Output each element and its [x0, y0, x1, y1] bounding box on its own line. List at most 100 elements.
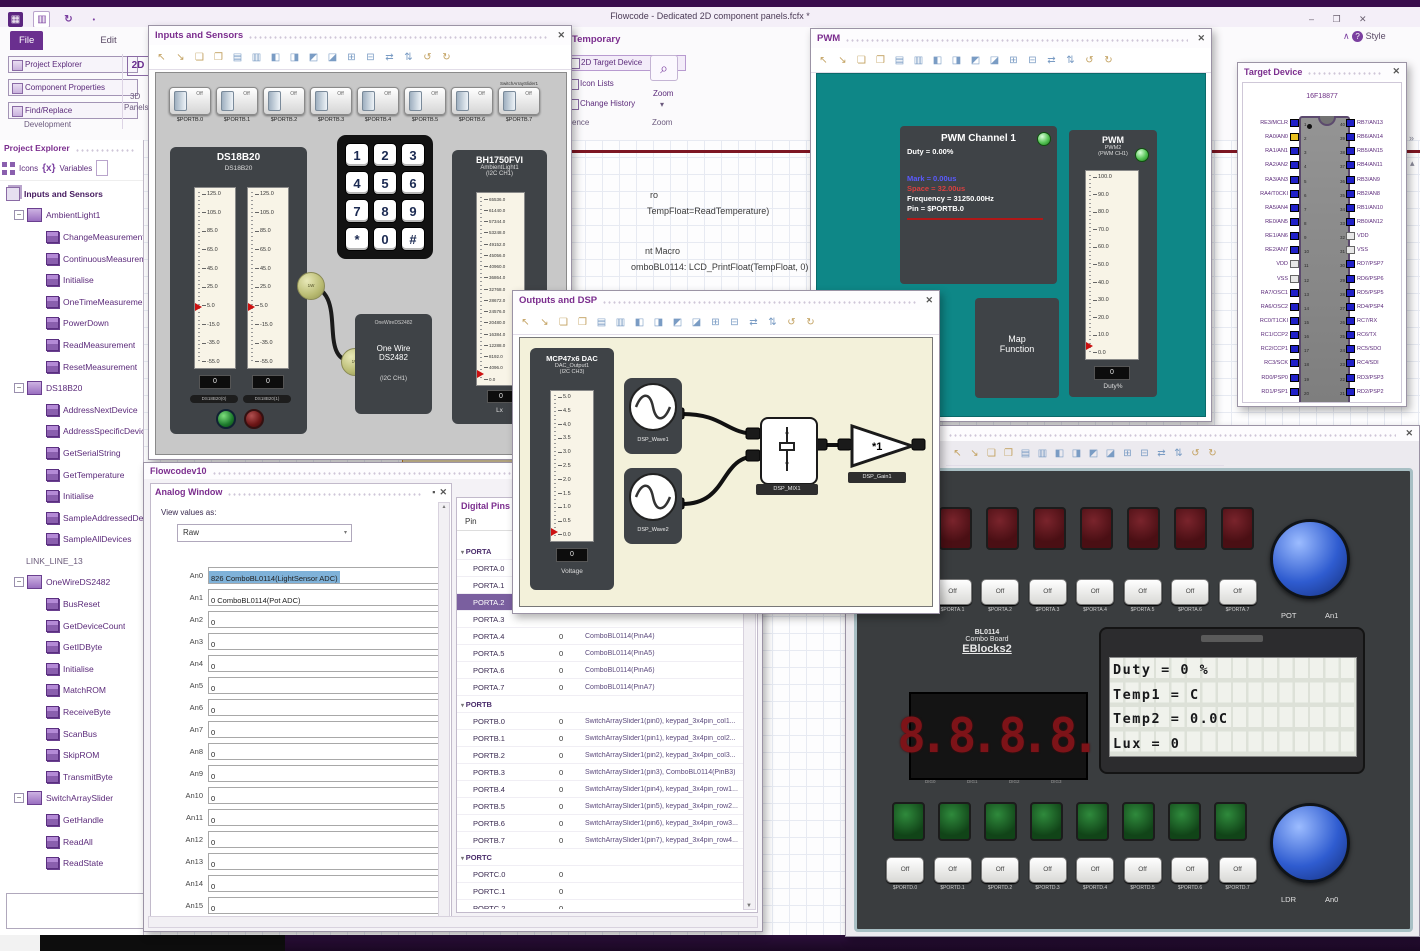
- toolbar-icon[interactable]: ↖: [517, 312, 534, 328]
- push-button[interactable]: Off $PORTD.5: [1123, 857, 1162, 891]
- analog-row[interactable]: An2 0: [155, 608, 441, 630]
- pin-row[interactable]: PORTC: [457, 849, 743, 866]
- toolbar-icon[interactable]: ◪: [324, 47, 341, 63]
- tree-item[interactable]: ReadState: [0, 852, 143, 874]
- push-button[interactable]: Off $PORTD.4: [1076, 857, 1114, 891]
- zoom-dropdown-icon[interactable]: ▾: [660, 100, 664, 109]
- chip-pin[interactable]: RD5/PSP5: [1346, 286, 1401, 300]
- push-button[interactable]: Off $PORTA.7: [1218, 579, 1257, 613]
- analog-row[interactable]: An13 0: [155, 850, 441, 872]
- toolbar-icon[interactable]: ↻: [802, 312, 819, 328]
- push-button[interactable]: Off $PORTA.6: [1171, 579, 1209, 613]
- analog-row[interactable]: An10 0: [155, 784, 441, 806]
- tree-item[interactable]: GetDeviceCount: [0, 615, 143, 637]
- toolbar-icon[interactable]: ❐: [872, 50, 889, 66]
- scroll-up-icon[interactable]: ▴: [1410, 158, 1415, 169]
- toolbar-icon[interactable]: ↖: [950, 443, 965, 459]
- toolbar-icon[interactable]: ◧: [929, 50, 946, 66]
- tree-item[interactable]: Inputs and Sensors: [0, 183, 143, 205]
- toolbar-icon[interactable]: ◩: [1086, 443, 1101, 459]
- chip-pin[interactable]: RB1/AN10: [1346, 201, 1401, 215]
- analog-value-box[interactable]: 0: [208, 808, 441, 826]
- toggle-switch[interactable]: SwitchArraySlider1 Off $PORTB.7: [497, 81, 541, 123]
- quickbar-more-icon[interactable]: •: [86, 13, 101, 28]
- toolbar-icon[interactable]: ❏: [984, 443, 999, 459]
- close-icon[interactable]: ✕: [1197, 33, 1205, 44]
- toolbar-icon[interactable]: ◨: [650, 312, 667, 328]
- analog-value-box[interactable]: 0: [208, 874, 441, 892]
- toolbar-icon[interactable]: ⇄: [1043, 50, 1060, 66]
- analog-row[interactable]: An8 0: [155, 740, 441, 762]
- ldr-knob[interactable]: [1270, 803, 1350, 883]
- close-icon[interactable]: ✕: [1405, 428, 1413, 439]
- analog-row[interactable]: An4 0: [155, 652, 441, 674]
- analog-row[interactable]: An12 0: [155, 828, 441, 850]
- toolbar-icon[interactable]: ⊞: [707, 312, 724, 328]
- analog-value-box[interactable]: 0 ComboBL0114(Pot ADC): [208, 588, 441, 606]
- temperature-slider[interactable]: 125.0 105.0 85.0 65.0 45.0 25.0 5.0 -15.0 -35.0-…: [194, 187, 236, 369]
- panel-expand-icon[interactable]: »: [1409, 133, 1414, 143]
- tree-item[interactable]: MatchROM: [0, 680, 143, 702]
- ribbon-button[interactable]: Component Properties: [8, 79, 138, 96]
- chip-pin[interactable]: RC7/RX: [1346, 314, 1401, 328]
- tree-item[interactable]: PowerDown: [0, 313, 143, 335]
- minimize-button[interactable]: –: [1309, 14, 1314, 24]
- pin-row[interactable]: PORTC.0 0: [457, 866, 743, 883]
- duty-slider[interactable]: 100.0 90.0 80.0 70.0 60.0 50.0 40.0 30.0 20.0 10.…: [1085, 170, 1139, 360]
- maximize-button[interactable]: ❐: [1332, 14, 1340, 24]
- ribbon-button[interactable]: Find/Replace: [8, 102, 138, 119]
- close-icon[interactable]: ✕: [1392, 66, 1400, 77]
- analog-value-box[interactable]: 0: [208, 764, 441, 782]
- toolbar-icon[interactable]: ⇅: [1171, 443, 1186, 459]
- chip-pin[interactable]: RC2/CCP1: [1243, 342, 1299, 356]
- toolbar-icon[interactable]: ❏: [853, 50, 870, 66]
- tree-item[interactable]: Initialise: [0, 269, 143, 291]
- close-button[interactable]: ✕: [1359, 14, 1367, 24]
- style-menu[interactable]: Style: [1366, 31, 1386, 41]
- chip-pin[interactable]: RB0/AN12: [1346, 215, 1401, 229]
- push-button[interactable]: Off $PORTD.6: [1171, 857, 1209, 891]
- green-led-button[interactable]: [216, 409, 236, 429]
- tree-item[interactable]: GetHandle: [0, 809, 143, 831]
- tree-item[interactable]: SampleAllDevices: [0, 529, 143, 551]
- tree-item[interactable]: ReadAll: [0, 831, 143, 853]
- toolbar-icon[interactable]: ⊞: [343, 47, 360, 63]
- chip-pin[interactable]: RB7/AN13: [1346, 116, 1401, 130]
- chip-pin[interactable]: RD0/PSP0: [1243, 371, 1299, 385]
- chip-pin[interactable]: RA7/OSC1: [1243, 286, 1299, 300]
- pin-row[interactable]: PORTC.2 0: [457, 900, 743, 910]
- toolbar-icon[interactable]: ⊟: [1024, 50, 1041, 66]
- toolbar-icon[interactable]: ↘: [536, 312, 553, 328]
- chip-pin[interactable]: RC4/SDI: [1346, 356, 1401, 370]
- chip-pin[interactable]: RC0/T1CKI: [1243, 314, 1299, 328]
- tree-item[interactable]: AmbientLight1: [0, 205, 143, 227]
- toolbar-icon[interactable]: ↺: [419, 47, 436, 63]
- ribbon-toggle[interactable]: Change History: [566, 97, 686, 111]
- ribbon-collapse-icon[interactable]: ∧: [1343, 31, 1350, 41]
- zoom-icon[interactable]: ⌕: [650, 55, 678, 81]
- push-button[interactable]: Off $PORTA.4: [1076, 579, 1114, 613]
- tree-item[interactable]: Initialise: [0, 485, 143, 507]
- toolbar-icon[interactable]: ↖: [815, 50, 832, 66]
- keypad-key[interactable]: 4: [345, 171, 369, 195]
- analog-value-box[interactable]: 0: [208, 654, 441, 672]
- chip-pin[interactable]: RA6/OSC2: [1243, 300, 1299, 314]
- analog-value-box[interactable]: 0: [208, 852, 441, 870]
- dock-icon[interactable]: ▪: [432, 487, 435, 497]
- analog-row[interactable]: An11 0: [155, 806, 441, 828]
- toolbar-icon[interactable]: ◩: [967, 50, 984, 66]
- chip-pin[interactable]: RA3/AN3: [1243, 173, 1299, 187]
- view-values-dropdown[interactable]: Raw ▾: [177, 524, 352, 542]
- tree-item[interactable]: GetSerialString: [0, 442, 143, 464]
- toolbar-icon[interactable]: ⇅: [400, 47, 417, 63]
- dsp-wave1-component[interactable]: DSP_Wave1: [624, 378, 682, 454]
- analog-value-box[interactable]: 826 ComboBL0114(LightSensor ADC): [208, 566, 441, 584]
- toolbar-icon[interactable]: ↻: [1100, 50, 1117, 66]
- analog-value-box[interactable]: 0: [208, 632, 441, 650]
- push-button[interactable]: Off $PORTD.3: [1028, 857, 1067, 891]
- tree-item[interactable]: ReceiveByte: [0, 701, 143, 723]
- panels-2d-icon[interactable]: 2D: [127, 56, 149, 76]
- tree-item[interactable]: TransmitByte: [0, 766, 143, 788]
- toolbar-icon[interactable]: ▤: [891, 50, 908, 66]
- analog-row[interactable]: An1 0 ComboBL0114(Pot ADC): [155, 586, 441, 608]
